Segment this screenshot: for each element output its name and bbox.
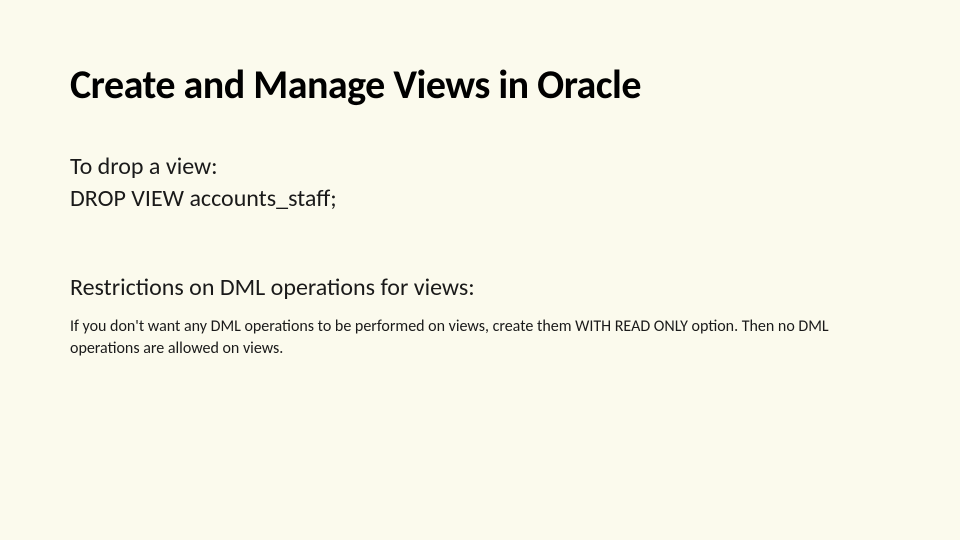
intro-line-2: DROP VIEW accounts_staff;	[70, 183, 890, 215]
spacer	[70, 216, 890, 272]
slide-title: Create and Manage Views in Oracle	[70, 60, 890, 109]
intro-line-1: To drop a view:	[70, 151, 890, 183]
subheading-restrictions: Restrictions on DML operations for views…	[70, 272, 890, 304]
detail-text: If you don't want any DML operations to …	[70, 316, 890, 359]
